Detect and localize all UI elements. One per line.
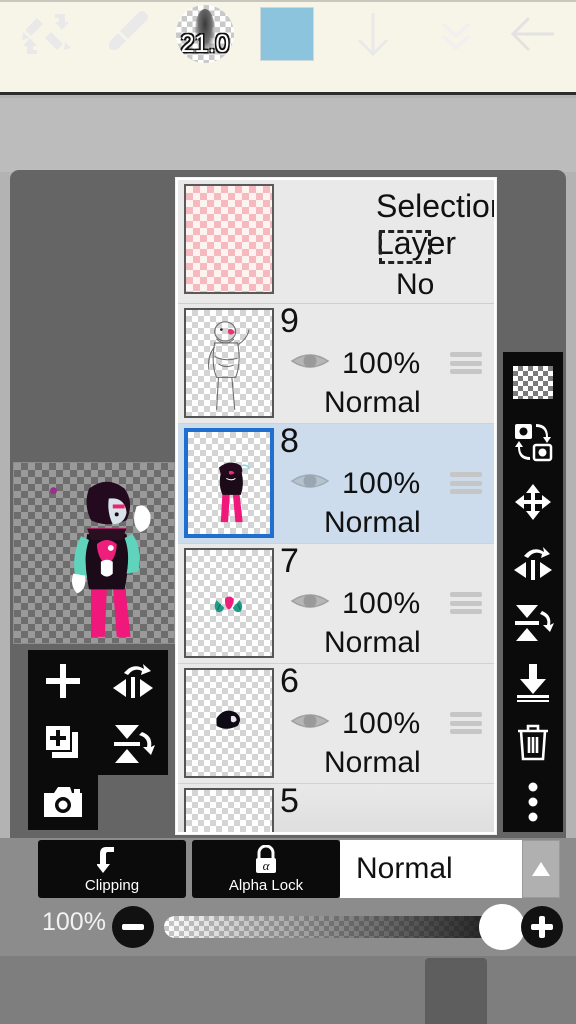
layer-thumbnail[interactable] [184,788,274,832]
layer-panel[interactable]: Selection Layer No Selection [176,178,496,834]
swap-layers-icon[interactable] [503,412,563,472]
more-options-icon[interactable] [503,772,563,832]
layer-number: 7 [280,542,299,580]
layer-thumbnail[interactable] [184,308,274,418]
layer-visibility-toggle[interactable] [290,468,330,494]
merge-down-icon[interactable] [503,652,563,712]
triangle-up-icon[interactable] [522,840,560,898]
layer-drag-handle[interactable] [450,352,482,374]
blend-mode-select[interactable]: Normal [340,840,522,898]
upper-grey-band [0,98,576,172]
layer-number: 6 [280,662,299,700]
layer-opacity[interactable]: 100% [342,707,421,741]
transparency-checker-icon[interactable] [503,352,563,412]
duplicate-layer-icon[interactable] [30,712,96,774]
layer-blend-mode[interactable]: Normal [324,386,421,420]
plus-icon [531,916,553,938]
bottom-tool-bar [0,956,576,1024]
move-icon[interactable] [503,472,563,532]
brush-size-button[interactable]: 21.0 [170,0,240,68]
opacity-increase-button[interactable] [521,906,563,948]
right-toolbar[interactable] [503,352,563,832]
table-row[interactable]: 8 100% Normal [178,424,494,544]
svg-text:α: α [263,858,271,873]
layer-visibility-toggle[interactable] [290,588,330,614]
brush-icon[interactable] [92,0,162,68]
minus-icon [122,924,144,930]
brush-eraser-swap-icon[interactable] [6,0,88,68]
alpha-lock-icon: α [256,844,276,873]
layer-opacity[interactable]: 100% [342,467,421,501]
brush-size-icon: 21.0 [176,5,234,63]
layer-blend-mode[interactable]: Normal [324,506,421,540]
table-row[interactable]: 9 100% Normal [178,304,494,424]
flip-horizontal-icon[interactable] [503,532,563,592]
color-swatch-button[interactable] [252,0,322,68]
left-tool-panel[interactable] [28,650,168,830]
layer-blend-mode[interactable]: Normal [324,746,421,780]
selection-layer-body: Selection Layer No Selection [274,180,494,335]
layer-opacity[interactable]: 100% [342,347,421,381]
camera-icon[interactable] [30,774,96,830]
selection-layer-thumbnail[interactable] [184,184,274,294]
layer-info: 8 100% Normal [274,424,494,543]
table-row[interactable]: 6 100% Normal [178,664,494,784]
layer-thumbnail[interactable] [184,548,274,658]
canvas-artwork[interactable] [13,462,175,644]
layer-thumbnail[interactable] [184,428,274,538]
layer-info: 6 100% Normal [274,664,494,783]
flip-vertical-icon[interactable] [100,712,166,774]
clipping-button[interactable]: Clipping [38,840,186,898]
layer-thumbnail[interactable] [184,668,274,778]
chevron-double-down-icon[interactable] [425,0,487,68]
arrow-left-icon[interactable] [497,0,569,68]
dashed-selection-marquee-icon [379,230,431,264]
layer-drag-handle[interactable] [450,592,482,614]
clipping-label: Clipping [84,876,140,894]
selection-layer-row[interactable]: Selection Layer No Selection [178,180,494,335]
layer-drag-handle[interactable] [450,712,482,734]
opacity-value-label: 100% [42,908,106,936]
color-swatch-icon [260,7,314,61]
layer-visibility-toggle[interactable] [290,708,330,734]
flip-vertical-icon[interactable] [503,592,563,652]
table-row[interactable]: 7 100% Normal [178,544,494,664]
opacity-slider-handle[interactable] [479,904,525,950]
layer-number: 9 [280,302,299,340]
layer-number: 8 [280,422,299,460]
alpha-lock-button[interactable]: α Alpha Lock [192,840,340,898]
brush-size-value: 21.0 [180,30,230,58]
layer-opacity[interactable]: 100% [342,587,421,621]
layer-drag-handle[interactable] [450,472,482,494]
layer-blend-mode[interactable]: Normal [324,626,421,660]
layer-info: 7 100% Normal [274,544,494,663]
opacity-slider[interactable] [164,916,512,938]
clipping-arrow-icon [97,846,114,873]
opacity-decrease-button[interactable] [112,906,154,948]
arrow-down-icon[interactable] [337,0,409,68]
layer-info: 5 [274,782,494,832]
trash-icon[interactable] [503,712,563,772]
flip-horizontal-icon[interactable] [100,650,166,712]
layer-visibility-toggle[interactable] [290,348,330,374]
alpha-lock-label: Alpha Lock [228,876,304,894]
layer-info: 9 100% Normal [274,304,494,423]
layer-number: 5 [280,782,299,820]
collapse-button-background [425,958,487,1024]
checker-swatch [513,365,553,399]
add-layer-icon[interactable] [30,650,96,712]
table-row[interactable]: 5 [178,782,494,832]
